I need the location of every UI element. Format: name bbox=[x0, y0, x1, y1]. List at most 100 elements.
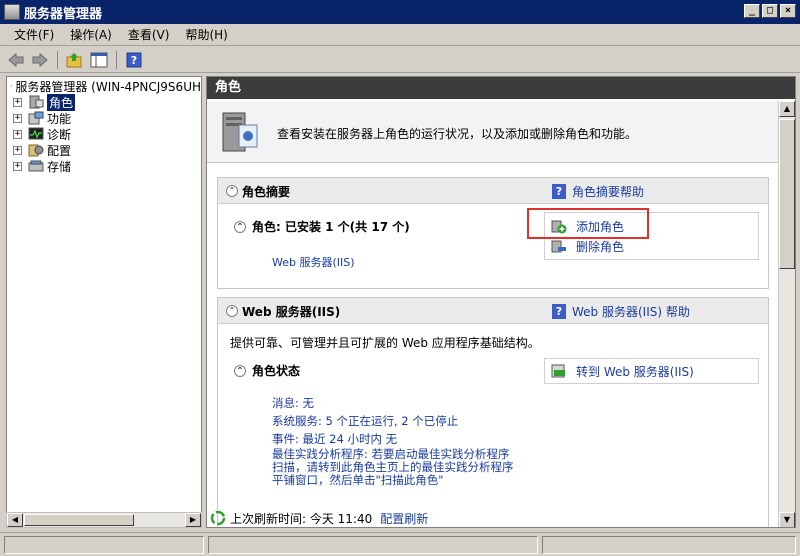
goto-web-server-task[interactable]: 转到 Web 服务器(IIS) bbox=[545, 361, 758, 381]
scroll-thumb[interactable] bbox=[779, 119, 795, 269]
tree-item-roles[interactable]: + 角色 bbox=[7, 93, 201, 111]
tree-item-label: 存储 bbox=[47, 159, 72, 174]
help-link-label: 角色摘要帮助 bbox=[572, 185, 645, 199]
refresh-bar: 上次刷新时间: 今天 11:40 配置刷新 bbox=[206, 508, 796, 528]
section-header: ⌃ Web 服务器(IIS) ? Web 服务器(IIS) 帮助 bbox=[218, 298, 768, 324]
tree-item-features[interactable]: + 功能 bbox=[7, 110, 201, 126]
section-title: Web 服务器(IIS) bbox=[242, 305, 341, 319]
web-server-tasks-box: 转到 Web 服务器(IIS) bbox=[544, 358, 759, 384]
installed-role-link[interactable]: Web 服务器(IIS) bbox=[272, 254, 355, 270]
menu-view[interactable]: 查看(V) bbox=[120, 26, 178, 43]
close-button[interactable]: × bbox=[780, 4, 796, 18]
tree-item-diagnostics[interactable]: + 诊断 bbox=[7, 126, 201, 142]
roles-icon bbox=[29, 95, 44, 109]
toolbar: ? bbox=[0, 47, 800, 73]
scroll-up-icon[interactable]: ▲ bbox=[779, 101, 795, 117]
status-pane bbox=[208, 535, 538, 554]
roles-subheader: ⌃ 角色: 已安装 1 个(共 17 个) bbox=[234, 218, 410, 235]
menu-help[interactable]: 帮助(H) bbox=[177, 26, 235, 43]
status-pane bbox=[542, 535, 796, 554]
role-status-details: 消息: 无 系统服务: 5 个正在运行, 2 个已停止 事件: 最近 24 小时… bbox=[272, 394, 514, 487]
menu-action[interactable]: 操作(A) bbox=[62, 26, 120, 43]
tree-item-label: 功能 bbox=[47, 111, 72, 126]
up-button[interactable] bbox=[65, 50, 85, 70]
remove-roles-label: 删除角色 bbox=[576, 239, 625, 254]
help-icon: ? bbox=[552, 304, 566, 319]
status-messages: 消息: 无 bbox=[272, 396, 315, 410]
role-status-title: 角色状态 bbox=[252, 364, 301, 378]
show-hide-tree-icon bbox=[90, 52, 108, 67]
server-icon bbox=[11, 85, 13, 87]
server-manager-icon bbox=[4, 4, 20, 20]
content-vertical-scrollbar[interactable]: ▲ ▼ bbox=[778, 101, 795, 527]
collapse-icon[interactable]: ⌃ bbox=[234, 364, 246, 377]
scroll-thumb[interactable] bbox=[24, 514, 134, 526]
expand-icon[interactable]: + bbox=[13, 129, 22, 139]
scroll-right-icon[interactable]: ▶ bbox=[185, 513, 201, 527]
expand-icon[interactable]: + bbox=[13, 113, 22, 123]
refresh-icon bbox=[210, 510, 226, 526]
tree-root[interactable]: 服务器管理器 (WIN-4PNCJ9S6UH bbox=[7, 78, 201, 94]
highlight-box bbox=[527, 208, 649, 239]
navigation-tree: 服务器管理器 (WIN-4PNCJ9S6UH + 角色 + 功能 + 诊断 + … bbox=[6, 76, 202, 528]
intro-text: 查看安装在服务器上角色的运行状况，以及添加或删除角色和功能。 bbox=[277, 127, 638, 141]
storage-icon bbox=[28, 160, 44, 172]
content-pane: 角色 查看安装在服务器上角色的运行状况，以及添加或删除角色和功能。 ⌃ 角色摘要… bbox=[206, 76, 796, 528]
role-status-subheader: ⌃ 角色状态 bbox=[234, 362, 300, 379]
help-icon: ? bbox=[552, 184, 566, 199]
tree-root-label: 服务器管理器 (WIN-4PNCJ9S6UH bbox=[15, 79, 201, 94]
forward-icon bbox=[32, 52, 48, 67]
help-icon: ? bbox=[126, 52, 142, 67]
status-bpa-line-3: 平铺窗口，然后单击"扫描此角色" bbox=[272, 473, 444, 487]
collapse-icon[interactable]: ⌃ bbox=[234, 220, 246, 233]
section-title: 角色摘要 bbox=[242, 185, 291, 199]
menu-file[interactable]: 文件(F) bbox=[6, 26, 62, 43]
menu-bar: 文件(F) 操作(A) 查看(V) 帮助(H) bbox=[0, 24, 800, 46]
collapse-icon[interactable]: ⌃ bbox=[226, 305, 238, 317]
toolbar-separator bbox=[116, 50, 117, 69]
role-summary-help-link[interactable]: ? 角色摘要帮助 bbox=[552, 183, 644, 200]
web-server-section: ⌃ Web 服务器(IIS) ? Web 服务器(IIS) 帮助 提供可靠、可管… bbox=[217, 297, 769, 527]
expand-icon[interactable]: + bbox=[13, 145, 22, 155]
tree-item-label: 角色 bbox=[47, 93, 76, 111]
roles-count-text: 角色: 已安装 1 个(共 17 个) bbox=[252, 220, 410, 234]
scroll-left-icon[interactable]: ◀ bbox=[7, 513, 23, 527]
configuration-icon bbox=[28, 144, 44, 157]
features-icon bbox=[28, 111, 44, 125]
help-button[interactable]: ? bbox=[124, 50, 144, 70]
tree-item-configuration[interactable]: + 配置 bbox=[7, 142, 201, 158]
status-events: 事件: 最近 24 小时内 无 bbox=[272, 432, 398, 446]
role-summary-section: ⌃ 角色摘要 ? 角色摘要帮助 ⌃ 角色: 已安装 1 个(共 17 个) We… bbox=[217, 177, 769, 289]
status-services: 系统服务: 5 个正在运行, 2 个已停止 bbox=[272, 414, 459, 428]
back-button[interactable] bbox=[6, 50, 26, 70]
forward-button[interactable] bbox=[30, 50, 50, 70]
web-server-help-link[interactable]: ? Web 服务器(IIS) 帮助 bbox=[552, 303, 690, 320]
up-folder-icon bbox=[66, 52, 82, 67]
tree-horizontal-scrollbar[interactable]: ◀ ▶ bbox=[6, 512, 202, 528]
web-server-description: 提供可靠、可管理并且可扩展的 Web 应用程序基础结构。 bbox=[230, 336, 540, 350]
intro-panel: 查看安装在服务器上角色的运行状况，以及添加或删除角色和功能。 bbox=[207, 101, 779, 163]
svg-text:?: ? bbox=[131, 54, 137, 67]
expand-icon[interactable]: + bbox=[13, 161, 22, 171]
toolbar-separator bbox=[57, 50, 58, 69]
section-header: ⌃ 角色摘要 ? 角色摘要帮助 bbox=[218, 178, 768, 204]
expand-icon[interactable]: + bbox=[13, 97, 22, 107]
content-header: 角色 bbox=[207, 77, 795, 99]
configure-refresh-link[interactable]: 配置刷新 bbox=[380, 510, 428, 527]
maximize-button[interactable]: □ bbox=[762, 4, 778, 18]
tree-item-label: 配置 bbox=[47, 143, 72, 158]
status-bar bbox=[0, 532, 800, 556]
goto-web-server-label: 转到 Web 服务器(IIS) bbox=[576, 364, 694, 379]
remove-roles-task[interactable]: 删除角色 bbox=[545, 236, 758, 256]
status-pane bbox=[4, 535, 204, 554]
collapse-icon[interactable]: ⌃ bbox=[226, 185, 238, 197]
title-bar: 服务器管理器 _ □ × bbox=[0, 0, 800, 24]
window-title: 服务器管理器 bbox=[24, 6, 103, 22]
tree-item-storage[interactable]: + 存储 bbox=[7, 158, 201, 174]
tree-item-label: 诊断 bbox=[47, 127, 72, 142]
last-refresh-text: 上次刷新时间: 今天 11:40 bbox=[230, 511, 373, 526]
back-icon bbox=[8, 52, 24, 67]
help-link-label: Web 服务器(IIS) 帮助 bbox=[572, 305, 690, 319]
show-hide-tree-button[interactable] bbox=[89, 50, 109, 70]
minimize-button[interactable]: _ bbox=[744, 4, 760, 18]
